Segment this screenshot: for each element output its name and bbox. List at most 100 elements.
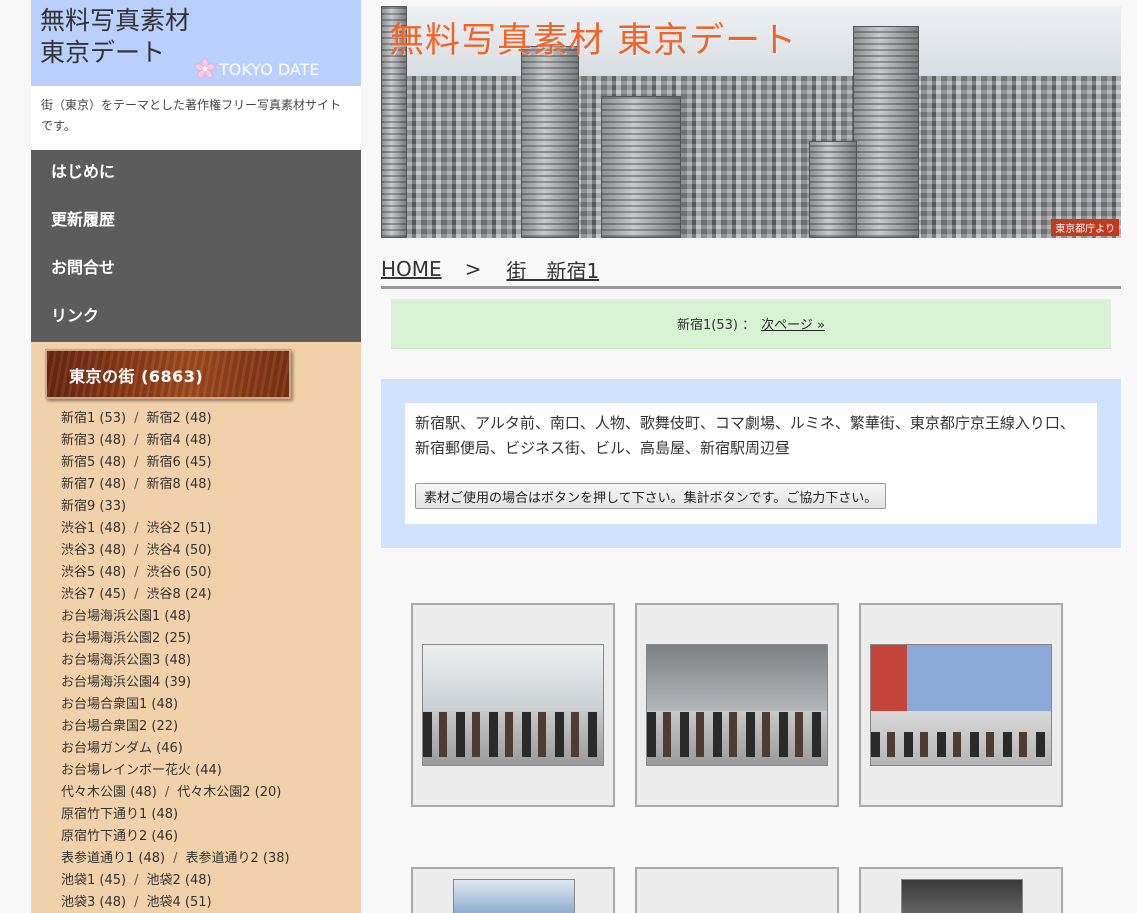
description-inner: 新宿駅、アルタ前、南口、人物、歌舞伎町、コマ劇場、ルミネ、繁華街、東京都庁京王線…: [405, 403, 1097, 524]
category-row: 新宿9 (33): [61, 496, 361, 518]
banner-credit: 東京都庁より: [1051, 219, 1119, 236]
category-link[interactable]: 新宿5 (48): [61, 455, 126, 470]
category-separator: /: [134, 455, 139, 470]
category-link[interactable]: 代々木公園 (48): [61, 785, 157, 800]
breadcrumb: HOME > 街 新宿1: [381, 255, 1121, 284]
logo-line2: 東京デート: [40, 38, 166, 67]
category-link[interactable]: お台場レインボー花火 (44): [61, 763, 222, 778]
category-separator: /: [134, 587, 139, 602]
category-link[interactable]: 新宿3 (48): [61, 433, 126, 448]
pager: 新宿1(53) ： 次ページ »: [391, 299, 1111, 349]
category-link[interactable]: お台場ガンダム (46): [61, 741, 183, 756]
category-row: お台場合衆国2 (22): [61, 716, 361, 738]
sakura-icon: [194, 58, 216, 79]
category-link[interactable]: 新宿7 (48): [61, 477, 126, 492]
category-link[interactable]: 池袋3 (48): [61, 895, 126, 910]
category-link[interactable]: 原宿竹下通り1 (48): [61, 807, 178, 822]
photo-card[interactable]: [635, 867, 839, 913]
category-row: お台場海浜公園1 (48): [61, 606, 361, 628]
photo-thumbnail[interactable]: [901, 879, 1023, 913]
category-separator: /: [134, 477, 139, 492]
category-separator: /: [134, 873, 139, 888]
category-row: 代々木公園 (48) / 代々木公園2 (20): [61, 782, 361, 804]
logo-line1: 無料写真素材: [40, 6, 191, 35]
category-link[interactable]: 原宿竹下通り2 (46): [61, 829, 178, 844]
photo-thumbnail[interactable]: [646, 644, 828, 766]
category-separator: /: [134, 543, 139, 558]
photo-thumbnail[interactable]: [422, 644, 604, 766]
photo-card[interactable]: [859, 867, 1063, 913]
category-header: 東京の街 (6863): [45, 349, 291, 399]
nav-item-contact[interactable]: お問合せ: [31, 246, 361, 294]
breadcrumb-current[interactable]: 街 新宿1: [506, 255, 599, 284]
nav-item-links[interactable]: リンク: [31, 294, 361, 342]
banner-tower-right2: [809, 141, 857, 238]
category-row: お台場レインボー花火 (44): [61, 760, 361, 782]
breadcrumb-home[interactable]: HOME: [381, 257, 442, 281]
category-row: 渋谷1 (48) / 渋谷2 (51): [61, 518, 361, 540]
category-link[interactable]: 表参道通り2 (38): [185, 851, 289, 866]
logo-sub: TOKYO DATE: [194, 58, 320, 80]
category-link[interactable]: お台場海浜公園3 (48): [61, 653, 191, 668]
category-row: 原宿竹下通り2 (46): [61, 826, 361, 848]
category-row: 新宿7 (48) / 新宿8 (48): [61, 474, 361, 496]
category-link[interactable]: 池袋1 (45): [61, 873, 126, 888]
photo-card[interactable]: [859, 603, 1063, 807]
category-link[interactable]: 渋谷4 (50): [146, 543, 211, 558]
category-row: 池袋3 (48) / 池袋4 (51): [61, 892, 361, 913]
nav-item-history[interactable]: 更新履歴: [31, 198, 361, 246]
category-separator: /: [134, 565, 139, 580]
count-button[interactable]: 素材ご使用の場合はボタンを押して下さい。集計ボタンです。ご協力下さい。: [415, 483, 887, 509]
category-link[interactable]: 新宿8 (48): [146, 477, 211, 492]
category-separator: /: [134, 411, 139, 426]
category-link[interactable]: 表参道通り1 (48): [61, 851, 165, 866]
photo-thumbnail[interactable]: [453, 879, 575, 913]
category-separator: /: [134, 521, 139, 536]
category-link[interactable]: 渋谷5 (48): [61, 565, 126, 580]
main-nav: はじめに 更新履歴 お問合せ リンク: [31, 150, 361, 342]
category-separator: /: [134, 895, 139, 910]
category-row: 新宿3 (48) / 新宿4 (48): [61, 430, 361, 452]
banner-tower-park2: [601, 96, 681, 238]
sidebar: 無料写真素材 東京デート TOKYO DATE 街（東京）をテーマとした著作権フ…: [31, 0, 361, 913]
category-link[interactable]: お台場海浜公園2 (25): [61, 631, 191, 646]
category-link[interactable]: お台場海浜公園4 (39): [61, 675, 191, 690]
banner-tower-right: [853, 26, 919, 238]
category-link[interactable]: 渋谷8 (24): [146, 587, 211, 602]
category-separator: /: [164, 785, 170, 800]
photo-thumbnail[interactable]: [870, 644, 1052, 766]
banner-tower-park: [521, 46, 579, 238]
category-link[interactable]: 池袋4 (51): [146, 895, 211, 910]
category-row: 新宿5 (48) / 新宿6 (45): [61, 452, 361, 474]
breadcrumb-separator: >: [464, 257, 482, 281]
category-link[interactable]: 新宿6 (45): [146, 455, 211, 470]
category-link[interactable]: 渋谷6 (50): [146, 565, 211, 580]
photo-card[interactable]: [411, 867, 615, 913]
photo-card[interactable]: [635, 603, 839, 807]
category-link[interactable]: お台場合衆国1 (48): [61, 697, 178, 712]
category-link[interactable]: 新宿2 (48): [146, 411, 211, 426]
nav-item-intro[interactable]: はじめに: [31, 150, 361, 198]
breadcrumb-divider: [381, 286, 1121, 289]
category-link[interactable]: 池袋2 (48): [146, 873, 211, 888]
category-link[interactable]: 新宿1 (53): [61, 411, 126, 426]
category-row: 原宿竹下通り1 (48): [61, 804, 361, 826]
photo-card[interactable]: [411, 603, 615, 807]
category-row: お台場海浜公園3 (48): [61, 650, 361, 672]
category-link[interactable]: 代々木公園2 (20): [177, 785, 281, 800]
category-link[interactable]: 新宿9 (33): [61, 499, 126, 514]
site-logo[interactable]: 無料写真素材 東京デート TOKYO DATE: [31, 0, 361, 86]
banner-title: 無料写真素材 東京デート: [389, 21, 798, 61]
category-panel: 東京の街 (6863) 新宿1 (53) / 新宿2 (48) 新宿3 (48) / 新宿…: [31, 342, 361, 913]
category-link[interactable]: 渋谷1 (48): [61, 521, 126, 536]
description-box: 新宿駅、アルタ前、南口、人物、歌舞伎町、コマ劇場、ルミネ、繁華街、東京都庁京王線…: [381, 379, 1121, 548]
category-row: お台場ガンダム (46): [61, 738, 361, 760]
category-link[interactable]: 渋谷3 (48): [61, 543, 126, 558]
pager-next-link[interactable]: 次ページ »: [761, 314, 825, 333]
pager-current: 新宿1(53) ：: [677, 318, 756, 333]
category-link[interactable]: 渋谷2 (51): [146, 521, 211, 536]
category-link[interactable]: 新宿4 (48): [146, 433, 211, 448]
category-link[interactable]: お台場海浜公園1 (48): [61, 609, 191, 624]
category-link[interactable]: 渋谷7 (45): [61, 587, 126, 602]
category-link[interactable]: お台場合衆国2 (22): [61, 719, 178, 734]
